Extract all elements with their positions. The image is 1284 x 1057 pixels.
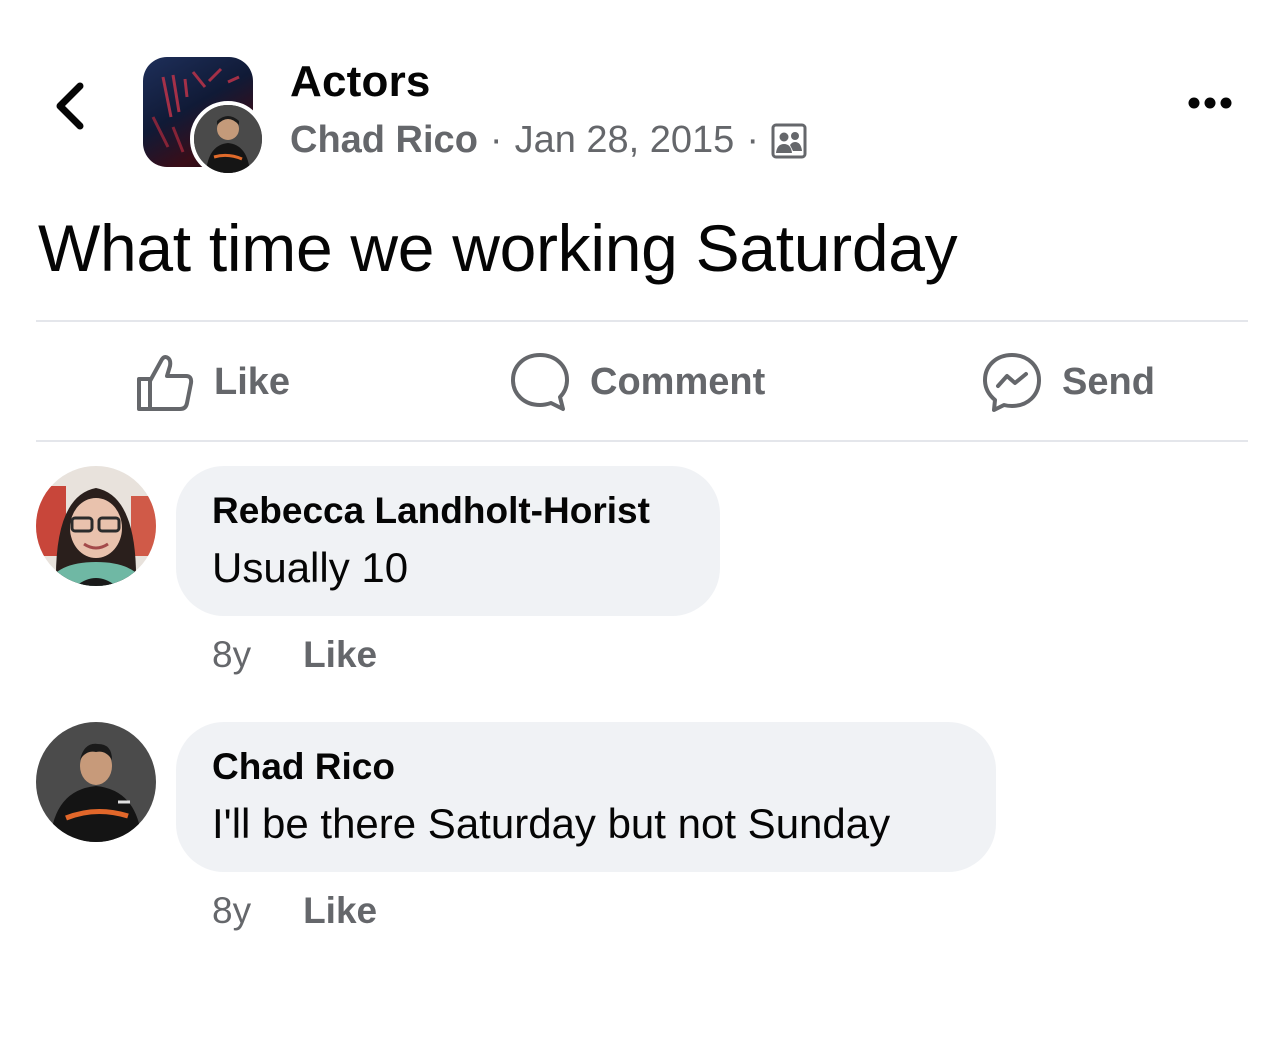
like-button[interactable]: Like — [134, 346, 290, 418]
commenter-photo — [36, 722, 156, 842]
divider — [36, 320, 1248, 322]
commenter-avatar[interactable] — [36, 722, 156, 842]
comment-bubble-icon — [511, 353, 569, 411]
comment-meta: 8y Like — [212, 890, 377, 932]
send-button[interactable]: Send — [980, 346, 1155, 418]
back-button[interactable] — [48, 78, 98, 134]
comment-bubble: Rebecca Landholt-Horist Usually 10 — [176, 466, 720, 616]
comment-text: Usually 10 — [212, 544, 409, 591]
commenter-name[interactable]: Chad Rico — [212, 746, 960, 788]
comment-button[interactable]: Comment — [508, 346, 765, 418]
comment-meta: 8y Like — [212, 634, 377, 676]
divider — [36, 440, 1248, 442]
comment-text: I'll be there Saturday but not Sunday — [212, 800, 891, 847]
more-options-button[interactable] — [1180, 88, 1240, 118]
group-name[interactable]: Actors — [290, 57, 431, 107]
post-meta: Chad Rico · Jan 28, 2015 · — [290, 119, 807, 162]
commenter-avatar[interactable] — [36, 466, 156, 586]
post-date[interactable]: Jan 28, 2015 — [515, 119, 735, 162]
comment-like-button[interactable]: Like — [303, 634, 377, 676]
like-label: Like — [214, 360, 291, 403]
messenger-icon — [983, 353, 1041, 412]
post-author[interactable]: Chad Rico — [290, 119, 478, 162]
author-photo — [194, 105, 262, 173]
meta-separator: · — [746, 119, 759, 161]
comment-like-button[interactable]: Like — [303, 890, 377, 932]
commenter-photo — [36, 466, 156, 586]
group-members-icon — [771, 123, 807, 158]
commenter-name[interactable]: Rebecca Landholt-Horist — [212, 490, 684, 532]
thumbs-up-icon — [137, 355, 194, 411]
chevron-left-icon — [56, 82, 84, 130]
comment-age[interactable]: 8y — [212, 890, 251, 932]
more-horizontal-icon — [1188, 97, 1232, 109]
post-text: What time we working Saturday — [38, 211, 958, 285]
author-avatar[interactable] — [190, 101, 266, 177]
comment-bubble: Chad Rico I'll be there Saturday but not… — [176, 722, 996, 872]
meta-separator: · — [489, 119, 503, 161]
send-label: Send — [1062, 360, 1155, 403]
comment-age[interactable]: 8y — [212, 634, 251, 676]
comment-label: Comment — [590, 360, 766, 403]
